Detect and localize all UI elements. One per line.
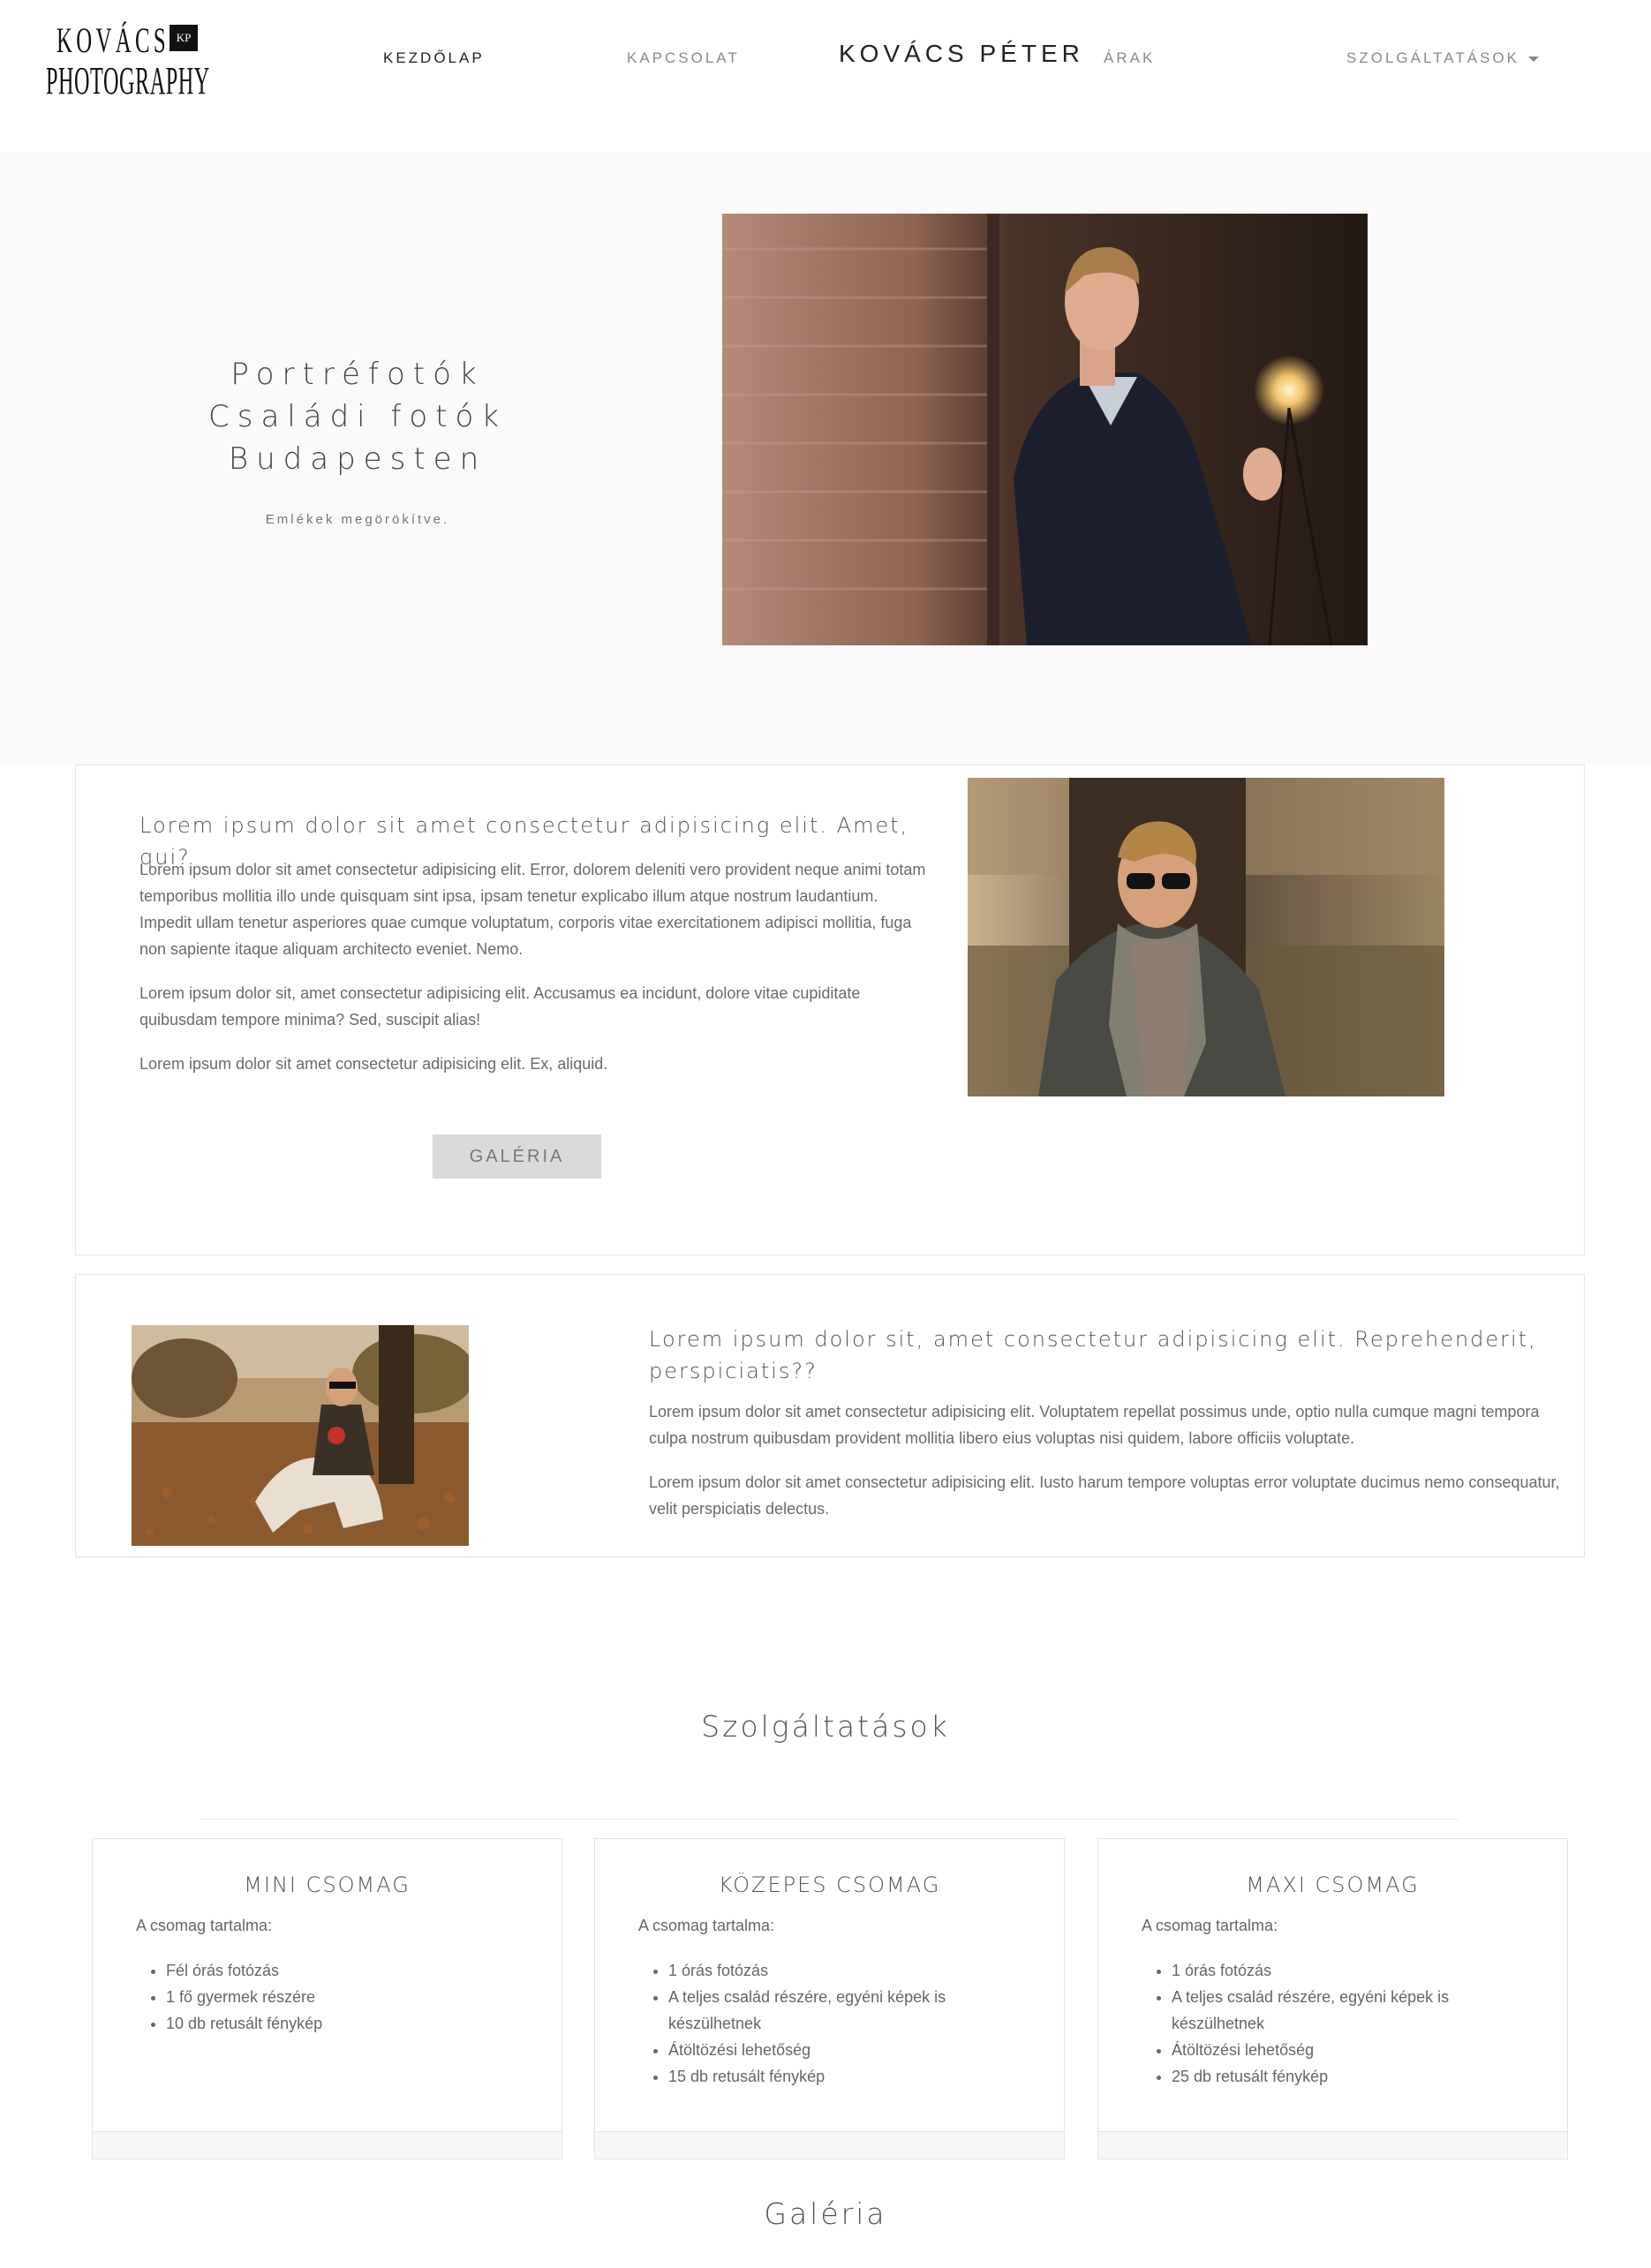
hero-title-line: Portréfotók	[230, 357, 485, 392]
nav-home-link[interactable]: KEZDŐLAP	[383, 49, 485, 67]
package-item: Átöltözési lehetőség	[1172, 2037, 1542, 2063]
gallery-title: Galéria	[764, 2196, 887, 2231]
hero-title: Portréfotók Családi fotók Budapesten	[203, 353, 512, 480]
package-item: 1 órás fotózás	[1172, 1957, 1542, 1984]
nav-brand[interactable]: KOVÁCS PÉTER	[839, 40, 1084, 68]
package-card-mini: MINI CSOMAG A csomag tartalma: Fél órás …	[92, 1838, 562, 2159]
caret-down-icon	[1527, 56, 1539, 62]
logo-photography: PHOTOGRAPHY	[46, 59, 210, 102]
logo-badge: KP	[170, 25, 198, 51]
package-items: Fél órás fotózás 1 fő gyermek részére 10…	[166, 1957, 537, 2037]
about-heading: Lorem ipsum dolor sit, amet consectetur …	[649, 1327, 1537, 1383]
hero-photo	[722, 214, 1368, 645]
package-item: 25 db retusált fénykép	[1172, 2063, 1542, 2090]
services-divider	[200, 1819, 1459, 1820]
about-paragraph: Lorem ipsum dolor sit amet consectetur a…	[649, 1473, 1560, 1518]
package-item: 1 órás fotózás	[668, 1957, 1039, 1984]
package-intro: A csomag tartalma:	[136, 1917, 273, 1934]
package-items: 1 órás fotózás A teljes család részére, …	[1172, 1957, 1542, 2090]
about-card: Lorem ipsum dolor sit, amet consectetur …	[75, 1274, 1585, 1557]
package-footer	[1098, 2131, 1567, 2159]
package-footer	[595, 2131, 1064, 2159]
nav-prices-link[interactable]: ÁRAK	[1104, 49, 1155, 67]
package-card-medium: KÖZEPES CSOMAG A csomag tartalma: 1 órás…	[594, 1838, 1065, 2159]
intro-card: Lorem ipsum dolor sit amet consectetur a…	[75, 765, 1585, 1255]
portrait-photo	[968, 778, 1444, 1096]
package-item: 1 fő gyermek részére	[166, 1984, 537, 2010]
logo[interactable]: KOVÁCS KP PHOTOGRAPHY	[46, 19, 214, 102]
package-item: A teljes család részére, egyéni képek is…	[1172, 1984, 1542, 2037]
package-card-maxi: MAXI CSOMAG A csomag tartalma: 1 órás fo…	[1097, 1838, 1568, 2159]
hero-title-line: Családi fotók	[208, 399, 507, 434]
package-intro: A csomag tartalma:	[1142, 1917, 1278, 1934]
package-items: 1 órás fotózás A teljes család részére, …	[668, 1957, 1039, 2090]
hero-title-line: Budapesten	[228, 441, 487, 477]
hero-subtitle: Emlékek megörökítve.	[265, 512, 450, 527]
intro-paragraph: Lorem ipsum dolor sit amet consectetur a…	[139, 861, 926, 958]
nav-services-dropdown[interactable]: SZOLGÁLTATÁSOK	[1346, 49, 1539, 67]
package-item: 10 db retusált fénykép	[166, 2010, 537, 2037]
package-title: KÖZEPES CSOMAG	[718, 1872, 941, 1897]
intro-paragraph: Lorem ipsum dolor sit amet consectetur a…	[139, 1055, 608, 1073]
package-item: Fél órás fotózás	[166, 1957, 537, 1984]
autumn-photo	[132, 1325, 469, 1546]
package-title: MINI CSOMAG	[244, 1872, 411, 1897]
package-item: Átöltözési lehetőség	[668, 2037, 1039, 2063]
about-paragraph: Lorem ipsum dolor sit amet consectetur a…	[649, 1403, 1540, 1447]
package-title: MAXI CSOMAG	[1246, 1872, 1420, 1897]
intro-paragraph: Lorem ipsum dolor sit, amet consectetur …	[139, 984, 861, 1029]
services-title: Szolgáltatások	[701, 1709, 950, 1744]
logo-name: KOVÁCS	[57, 20, 170, 60]
package-item: 15 db retusált fénykép	[668, 2063, 1039, 2090]
nav-services-label: SZOLGÁLTATÁSOK	[1346, 49, 1519, 66]
package-footer	[93, 2131, 562, 2159]
nav-contact-link[interactable]: KAPCSOLAT	[627, 49, 740, 67]
navbar: KOVÁCS KP PHOTOGRAPHY KEZDŐLAP KAPCSOLAT…	[0, 0, 1651, 152]
hero-section: Portréfotók Családi fotók Budapesten Eml…	[0, 152, 1651, 765]
package-item: A teljes család részére, egyéni képek is…	[668, 1984, 1039, 2037]
package-intro: A csomag tartalma:	[638, 1917, 775, 1934]
gallery-button[interactable]: GALÉRIA	[433, 1134, 601, 1179]
